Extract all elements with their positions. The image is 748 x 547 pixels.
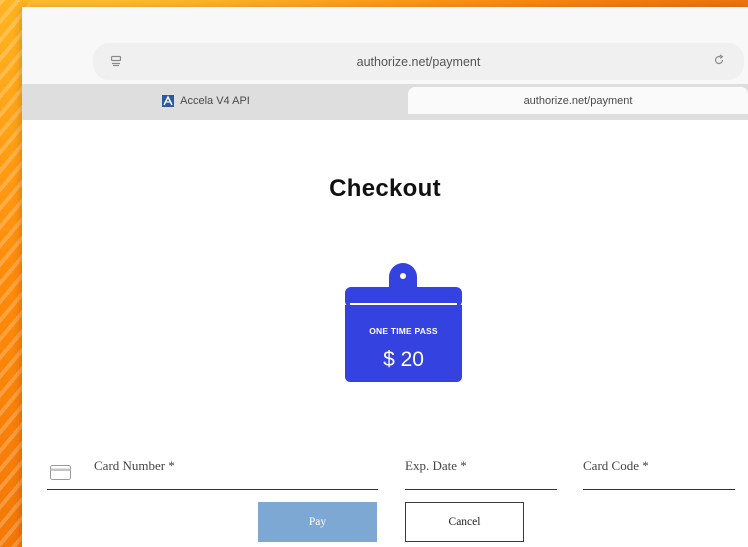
card-number-label: Card Number * (94, 458, 175, 473)
pass-label: ONE TIME PASS (369, 326, 438, 336)
page-title: Checkout (329, 175, 441, 202)
accela-icon (162, 94, 175, 107)
card-number-field[interactable]: Card Number * (47, 458, 378, 490)
tab-accela[interactable]: Accela V4 API (22, 87, 390, 114)
page-settings-icon[interactable] (109, 54, 123, 68)
tab-strip: Accela V4 API authorize.net/payment (22, 84, 748, 120)
exp-date-field[interactable]: Exp. Date * (405, 458, 557, 490)
tab-label: authorize.net/payment (523, 94, 633, 107)
tab-authorize-payment[interactable]: authorize.net/payment (408, 87, 748, 114)
cancel-button[interactable]: Cancel (405, 502, 524, 542)
card-code-field[interactable]: Card Code * (583, 458, 735, 490)
credit-card-icon (50, 465, 71, 480)
pass-price: $ 20 (383, 348, 424, 371)
exp-date-label: Exp. Date * (405, 458, 467, 473)
address-url: authorize.net/payment (356, 54, 481, 69)
browser-window: authorize.net/payment Accela V4 API auth… (22, 7, 748, 547)
reload-icon[interactable] (712, 53, 726, 67)
address-area: authorize.net/payment (22, 7, 748, 84)
card-code-label: Card Code * (583, 458, 649, 473)
pay-button[interactable]: Pay (258, 502, 377, 542)
tab-label: Accela V4 API (180, 94, 250, 107)
address-bar[interactable]: authorize.net/payment (93, 43, 744, 80)
